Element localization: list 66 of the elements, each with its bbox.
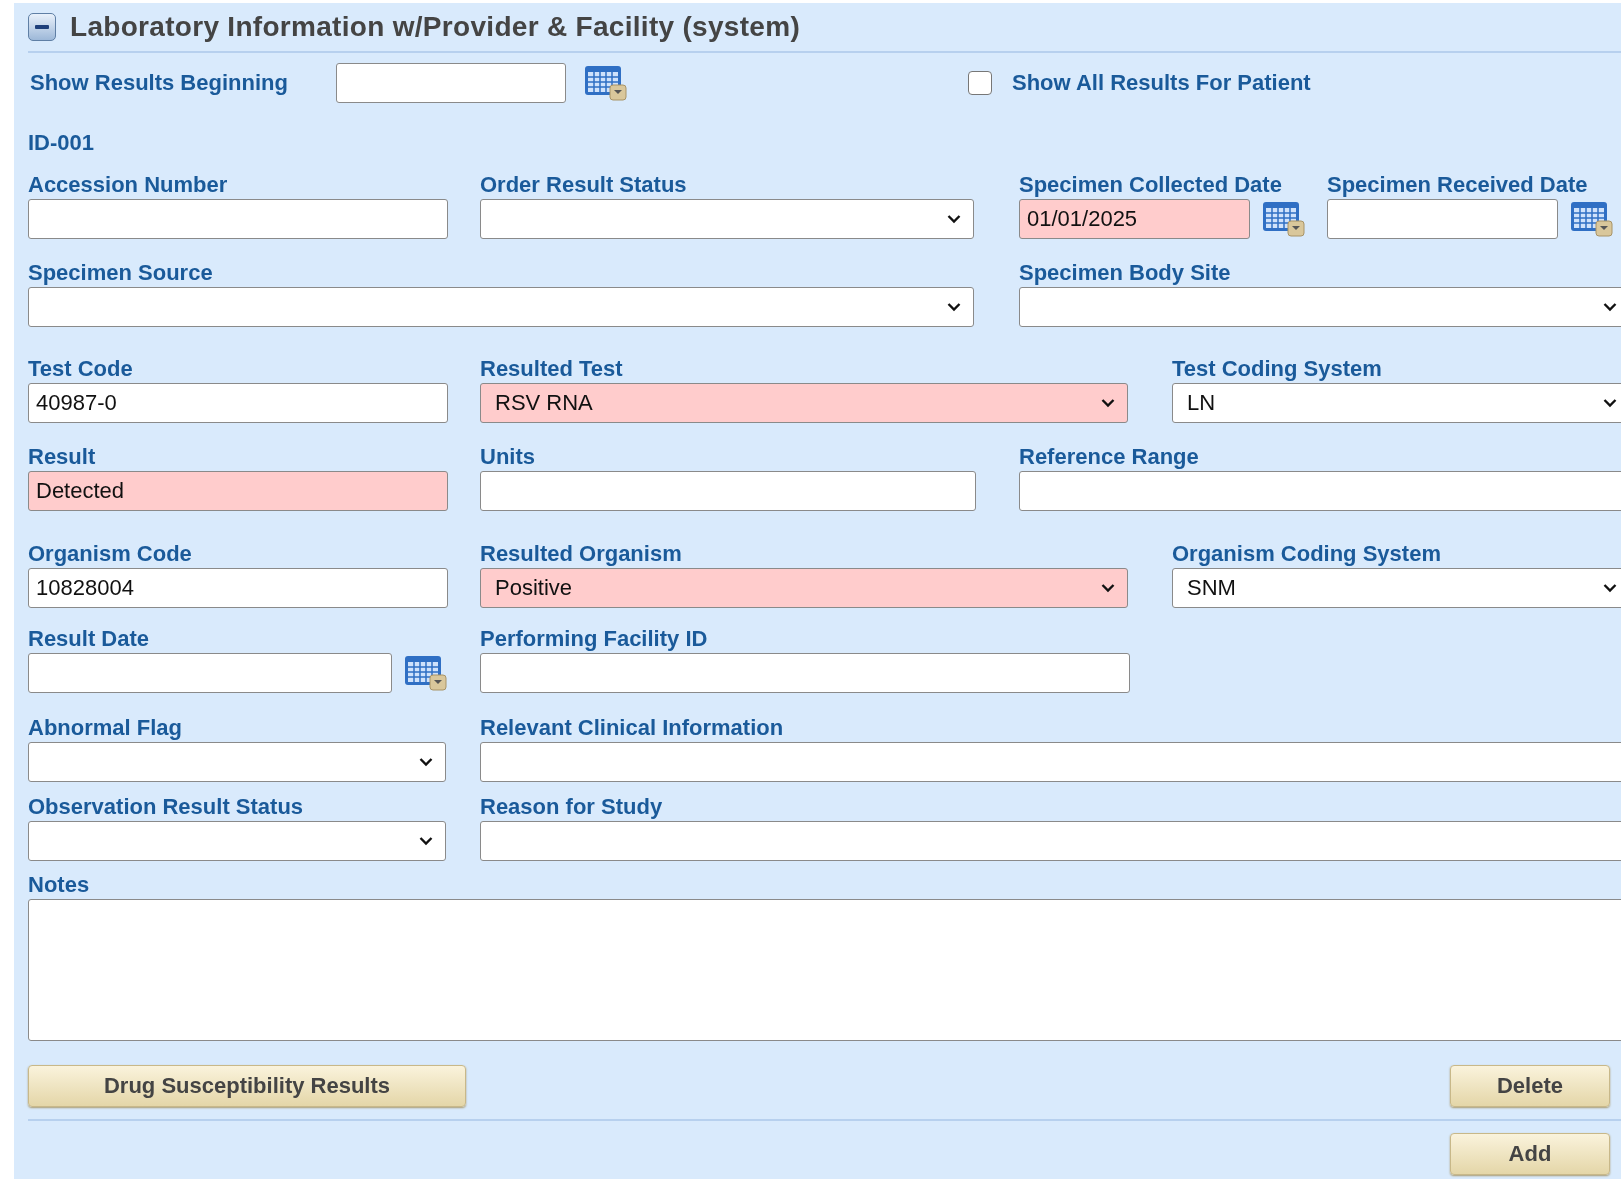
text-input-field[interactable] [1019, 471, 1621, 511]
chevron-down-icon [1603, 398, 1617, 408]
text-input-field[interactable]: 10828004 [28, 568, 448, 608]
dropdown-field[interactable]: Positive [480, 568, 1128, 608]
field-label: Result [28, 445, 97, 469]
date-input-field[interactable]: 01/01/2025 [1019, 199, 1250, 239]
field-label: Reference Range [1019, 445, 1200, 469]
field-label: Result Date [28, 627, 151, 651]
field-label: Reason for Study [480, 795, 664, 819]
field-label: Notes [28, 873, 91, 897]
field-label: Specimen Collected Date [1019, 173, 1283, 197]
field-label: Observation Result Status [28, 795, 305, 819]
text-input-field[interactable] [480, 471, 976, 511]
field-label: Resulted Organism [480, 542, 683, 566]
field-label: Abnormal Flag [28, 716, 183, 740]
field-label: Specimen Received Date [1327, 173, 1589, 197]
dropdown-field[interactable] [480, 199, 974, 239]
add-button[interactable]: Add [1450, 1133, 1610, 1175]
field-label: Performing Facility ID [480, 627, 709, 651]
dropdown-field[interactable] [28, 821, 446, 861]
text-input-field[interactable] [480, 742, 1621, 782]
date-input-field[interactable] [336, 63, 566, 103]
field-label: Show Results Beginning [30, 71, 289, 95]
chevron-down-icon [419, 836, 433, 846]
field-label: Test Coding System [1172, 357, 1383, 381]
calendar-icon[interactable] [1262, 200, 1306, 238]
dropdown-field[interactable] [28, 742, 446, 782]
date-input-field[interactable] [28, 653, 392, 693]
dropdown-field[interactable] [1019, 287, 1621, 327]
section-title: Laboratory Information w/Provider & Facility (system) [70, 11, 801, 43]
field-label: Accession Number [28, 173, 229, 197]
delete-button[interactable]: Delete [1450, 1065, 1610, 1107]
calendar-icon[interactable] [584, 64, 628, 102]
record-id: ID-001 [27, 131, 96, 157]
chevron-down-icon [947, 214, 961, 224]
field-label: Test Code [28, 357, 134, 381]
collapse-toggle-icon[interactable] [28, 13, 56, 41]
dropdown-field[interactable]: LN [1172, 383, 1621, 423]
calendar-icon[interactable] [1570, 200, 1614, 238]
text-input-field[interactable] [480, 821, 1621, 861]
text-input-field[interactable] [480, 653, 1130, 693]
chevron-down-icon [947, 302, 961, 312]
chevron-down-icon [1603, 583, 1617, 593]
field-label: Specimen Body Site [1019, 261, 1232, 285]
chevron-down-icon [1101, 398, 1115, 408]
drug-susceptibility-button[interactable]: Drug Susceptibility Results [28, 1065, 466, 1107]
checkbox[interactable] [968, 71, 992, 95]
text-input-field[interactable] [28, 199, 448, 239]
checkbox-label: Show All Results For Patient [1012, 71, 1311, 95]
dropdown-field[interactable]: SNM [1172, 568, 1621, 608]
chevron-down-icon [1101, 583, 1115, 593]
calendar-icon[interactable] [404, 654, 448, 692]
field-label: Order Result Status [480, 173, 688, 197]
field-label: Relevant Clinical Information [480, 716, 785, 740]
date-input-field[interactable] [1327, 199, 1558, 239]
field-label: Organism Code [28, 542, 193, 566]
field-label: Units [480, 445, 536, 469]
dropdown-field[interactable] [28, 287, 974, 327]
field-label: Specimen Source [28, 261, 214, 285]
field-label: Organism Coding System [1172, 542, 1442, 566]
dropdown-field[interactable]: RSV RNA [480, 383, 1128, 423]
text-input-field[interactable]: 40987-0 [28, 383, 448, 423]
chevron-down-icon [419, 757, 433, 767]
chevron-down-icon [1603, 302, 1617, 312]
text-input-field[interactable]: Detected [28, 471, 448, 511]
field-label: Resulted Test [480, 357, 624, 381]
